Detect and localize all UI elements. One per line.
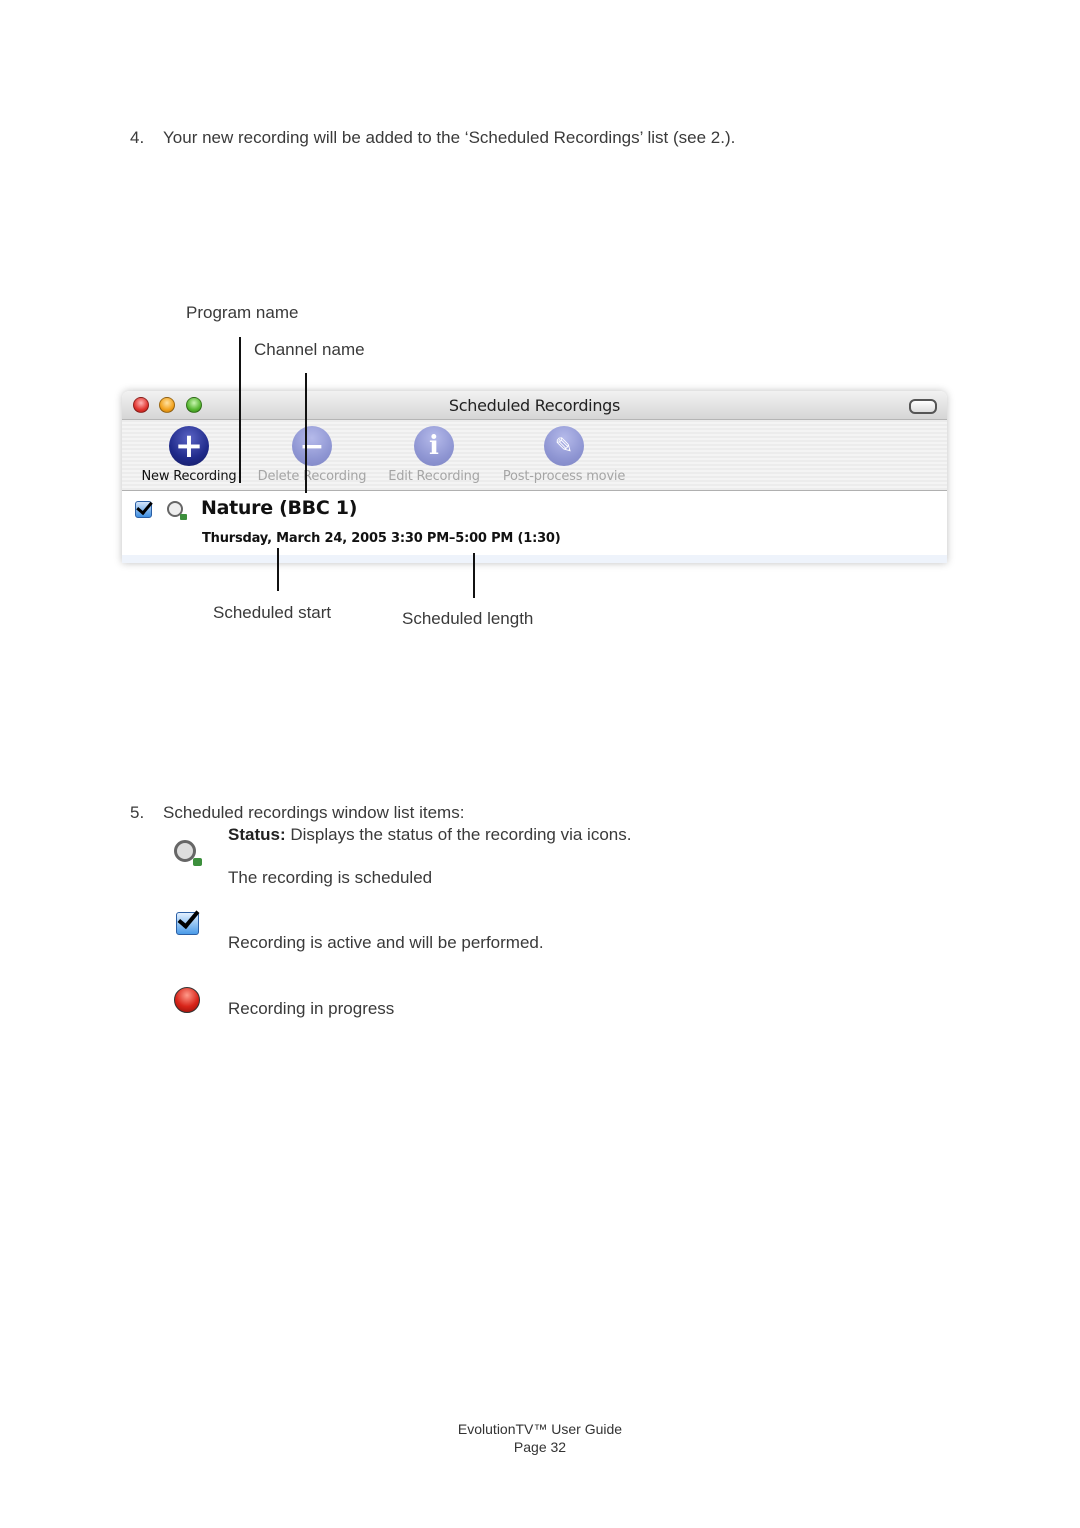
status-text: Displays the status of the recording via… (285, 825, 632, 844)
channel-name-pointer (305, 373, 307, 493)
list-stripe (122, 555, 947, 563)
footer-title: EvolutionTV™ User Guide (457, 1421, 623, 1437)
plus-icon: + (169, 426, 209, 466)
step-5-paragraph: 5. Scheduled recordings window list items… (130, 803, 464, 823)
callout-scheduled-length: Scheduled length (402, 609, 534, 628)
scheduled-start-pointer (277, 548, 279, 591)
new-recording-button[interactable]: + New Recording (136, 426, 242, 484)
status-description: Status: Displays the status of the recor… (228, 825, 631, 845)
footer-page-number: Page 32 (513, 1439, 567, 1455)
toolbar: + New Recording − Delete Recording i Edi… (122, 420, 947, 491)
legend-item-in-progress: Recording in progress (228, 999, 395, 1018)
program-name-pointer (239, 337, 241, 483)
post-process-movie-button[interactable]: ✎ Post-process movie (494, 426, 634, 484)
step-number: 5. (130, 803, 145, 822)
callout-program-name: Program name (186, 303, 299, 322)
program-schedule: Thursday, March 24, 2005 3:30 PM–5:00 PM… (202, 531, 561, 546)
active-checkbox[interactable] (135, 501, 152, 518)
recording-in-progress-icon (174, 987, 200, 1013)
minus-icon: − (292, 426, 332, 466)
edit-recording-button[interactable]: i Edit Recording (382, 426, 486, 484)
scheduled-clock-icon (174, 840, 202, 866)
legend-item-scheduled: The recording is scheduled (228, 868, 433, 887)
step-text: Scheduled recordings window list items: (163, 803, 465, 822)
toolbar-label: Post-process movie (502, 469, 626, 484)
toolbar-label: Delete Recording (257, 469, 367, 484)
window-title: Scheduled Recordings (448, 396, 621, 415)
active-checkbox-icon (176, 912, 199, 935)
scheduled-length-pointer (473, 553, 475, 598)
program-title: Nature (BBC 1) (201, 497, 358, 519)
scheduled-recordings-window: Scheduled Recordings + New Recording − D… (122, 391, 947, 563)
legend-item-active: Recording is active and will be performe… (228, 933, 544, 952)
step-number: 4. (130, 128, 145, 147)
wand-icon: ✎ (544, 426, 584, 466)
title-bar: Scheduled Recordings (122, 391, 947, 420)
toolbar-label: New Recording (141, 469, 237, 484)
delete-recording-button[interactable]: − Delete Recording (250, 426, 374, 484)
recording-list: Nature (BBC 1) Thursday, March 24, 2005 … (122, 491, 947, 556)
scheduled-clock-icon (167, 501, 187, 520)
info-icon: i (414, 426, 454, 466)
toolbar-toggle-button[interactable] (909, 399, 937, 414)
callout-channel-name: Channel name (254, 340, 365, 359)
callout-scheduled-start: Scheduled start (213, 603, 332, 622)
step-4-paragraph: 4. Your new recording will be added to th… (130, 128, 735, 148)
status-label: Status: (228, 825, 286, 844)
toolbar-label: Edit Recording (388, 469, 480, 484)
step-text: Your new recording will be added to the … (163, 128, 736, 147)
